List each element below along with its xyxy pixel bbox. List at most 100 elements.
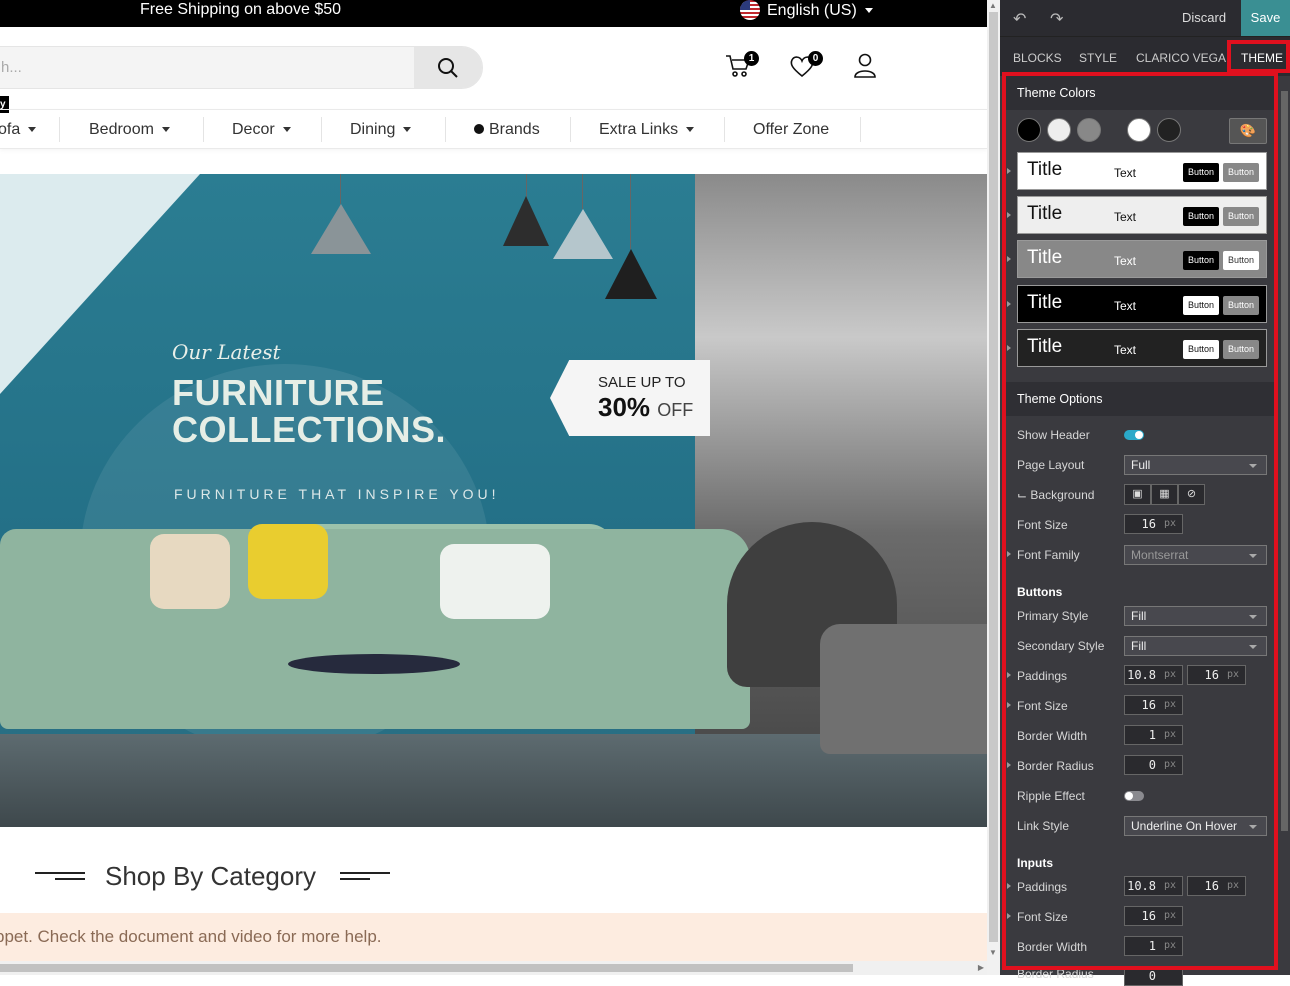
color-swatch[interactable] bbox=[1127, 118, 1151, 142]
scrollbar-thumb[interactable] bbox=[1281, 91, 1288, 831]
tab-blocks[interactable]: BLOCKS bbox=[1013, 51, 1062, 65]
save-button[interactable]: Save bbox=[1241, 0, 1290, 36]
link-style-select[interactable]: Underline On Hover bbox=[1124, 816, 1267, 836]
sale-percent: 30% OFF bbox=[598, 392, 693, 423]
input-padding-y-input[interactable]: 10.8 px bbox=[1124, 876, 1183, 896]
show-header-toggle[interactable] bbox=[1124, 430, 1144, 440]
show-header-label: Show Header bbox=[1017, 428, 1090, 442]
button-border-radius-input[interactable]: 0 px bbox=[1124, 755, 1183, 775]
button-font-size-input[interactable]: 16 px bbox=[1124, 695, 1183, 715]
menu-item-decor[interactable]: Decor bbox=[232, 110, 291, 149]
preset-title: Title bbox=[1027, 336, 1063, 357]
undo-icon[interactable]: ↶ bbox=[1013, 9, 1026, 29]
account-button[interactable] bbox=[851, 52, 881, 82]
chevron-down-icon bbox=[1249, 825, 1257, 829]
expand-triangle-icon[interactable] bbox=[1007, 345, 1011, 351]
heading-decoration bbox=[340, 872, 390, 874]
palette-icon[interactable]: 🎨 bbox=[1229, 118, 1267, 144]
button-padding-x-input[interactable]: 16 px bbox=[1187, 665, 1246, 685]
scrollbar-thumb[interactable] bbox=[989, 12, 998, 942]
color-preset-2[interactable]: Title Text Button Button bbox=[1017, 196, 1267, 234]
preset-title: Title bbox=[1027, 203, 1063, 224]
unit-label: px bbox=[1163, 910, 1176, 921]
sale-text: SALE UP TO bbox=[598, 374, 686, 391]
category-heading: Shop By Category bbox=[105, 861, 317, 891]
menu-label: Bedroom bbox=[89, 121, 154, 138]
preset-title: Title bbox=[1027, 247, 1063, 268]
color-swatch[interactable] bbox=[1017, 118, 1041, 142]
scroll-down-icon[interactable]: ▼ bbox=[989, 948, 997, 957]
menu-item-dining[interactable]: Dining bbox=[350, 110, 412, 149]
section-theme-colors[interactable]: Theme Colors bbox=[1005, 76, 1275, 110]
input-value: 0 bbox=[1148, 969, 1156, 983]
menu-item-offer-zone[interactable]: Offer Zone bbox=[753, 110, 829, 149]
color-preset-1[interactable]: Title Text Button Button bbox=[1017, 152, 1267, 190]
expand-triangle-icon[interactable] bbox=[1007, 168, 1011, 174]
scroll-right-icon[interactable]: ▶ bbox=[978, 963, 984, 972]
menu-item-extra-links[interactable]: Extra Links bbox=[599, 110, 695, 149]
expand-triangle-icon[interactable] bbox=[1007, 913, 1011, 919]
input-padding-x-input[interactable]: 16 px bbox=[1187, 876, 1246, 896]
unit-label: px bbox=[1163, 880, 1176, 891]
camera-icon[interactable]: ▣ bbox=[1124, 484, 1151, 505]
page-layout-select[interactable]: Full bbox=[1124, 455, 1267, 475]
grid-icon[interactable]: ▦ bbox=[1151, 484, 1178, 505]
secondary-style-select[interactable]: Fill bbox=[1124, 636, 1267, 656]
banner-title-line: FURNITURE bbox=[172, 372, 385, 413]
page-scrollbar[interactable]: ▲ ▼ bbox=[987, 0, 1000, 975]
expand-triangle-icon[interactable] bbox=[1007, 883, 1011, 889]
color-swatch[interactable] bbox=[1157, 118, 1181, 142]
input-border-width-input[interactable]: 1 px bbox=[1124, 936, 1183, 956]
search-button[interactable] bbox=[414, 47, 482, 88]
font-family-select[interactable]: Montserrat bbox=[1124, 545, 1267, 565]
chevron-down-icon bbox=[1249, 615, 1257, 619]
button-border-radius-label: Border Radius bbox=[1017, 759, 1094, 773]
cart-button[interactable]: 1 bbox=[724, 51, 759, 82]
menu-item-brands[interactable]: Brands bbox=[474, 110, 540, 149]
button-border-width-input[interactable]: 1 px bbox=[1124, 725, 1183, 745]
expand-triangle-icon[interactable] bbox=[1007, 301, 1011, 307]
input-border-radius-input[interactable]: 0 bbox=[1124, 966, 1183, 986]
preset-button-secondary: Button bbox=[1223, 207, 1259, 226]
expand-triangle-icon[interactable] bbox=[1007, 672, 1011, 678]
ripple-effect-toggle[interactable] bbox=[1124, 791, 1144, 801]
language-selector[interactable]: English (US) bbox=[740, 0, 873, 20]
expand-triangle-icon[interactable] bbox=[1007, 702, 1011, 708]
scrollbar-thumb[interactable] bbox=[0, 964, 853, 972]
no-background-icon[interactable]: ⊘ bbox=[1178, 484, 1205, 505]
tab-style[interactable]: STYLE bbox=[1079, 51, 1117, 65]
select-value: Fill bbox=[1131, 609, 1147, 623]
panel-scrollbar[interactable] bbox=[1279, 76, 1290, 960]
lamp-cord bbox=[526, 174, 527, 199]
expand-triangle-icon[interactable] bbox=[1007, 256, 1011, 262]
menu-item-bedroom[interactable]: Bedroom bbox=[89, 110, 170, 149]
input-value: 16 bbox=[1141, 698, 1156, 712]
input-value: 16 bbox=[1204, 879, 1219, 893]
font-size-input[interactable]: 16 px bbox=[1124, 514, 1183, 534]
primary-style-select[interactable]: Fill bbox=[1124, 606, 1267, 626]
search-input[interactable]: h... bbox=[1, 59, 22, 76]
search-bar: h... bbox=[0, 46, 483, 89]
color-swatch[interactable] bbox=[1077, 118, 1101, 142]
discard-button[interactable]: Discard bbox=[1182, 10, 1226, 25]
color-preset-4[interactable]: Title Text Button Button bbox=[1017, 285, 1267, 323]
color-preset-5[interactable]: Title Text Button Button bbox=[1017, 329, 1267, 367]
scroll-up-icon[interactable]: ▲ bbox=[989, 1, 997, 10]
wishlist-button[interactable]: 0 bbox=[788, 51, 823, 82]
expand-triangle-icon[interactable] bbox=[1007, 212, 1011, 218]
expand-triangle-icon[interactable] bbox=[1007, 762, 1011, 768]
color-preset-3[interactable]: Title Text Button Button bbox=[1017, 240, 1267, 278]
banner-title: FURNITURE COLLECTIONS. bbox=[172, 374, 446, 448]
section-theme-options[interactable]: Theme Options bbox=[1005, 382, 1275, 416]
chevron-down-icon bbox=[403, 127, 412, 133]
menu-item-sofa[interactable]: ofa bbox=[0, 110, 37, 149]
menu-divider bbox=[860, 117, 861, 142]
horizontal-scrollbar[interactable]: ▶ bbox=[0, 961, 987, 975]
color-swatch[interactable] bbox=[1047, 118, 1071, 142]
button-padding-y-input[interactable]: 10.8 px bbox=[1124, 665, 1183, 685]
tab-clarico-vega[interactable]: CLARICO VEGA bbox=[1136, 51, 1226, 65]
expand-triangle-icon[interactable] bbox=[1007, 551, 1011, 557]
redo-icon[interactable]: ↷ bbox=[1050, 9, 1063, 29]
hero-banner[interactable]: Our Latest FURNITURE COLLECTIONS. FURNIT… bbox=[0, 174, 987, 827]
input-font-size-input[interactable]: 16 px bbox=[1124, 906, 1183, 926]
